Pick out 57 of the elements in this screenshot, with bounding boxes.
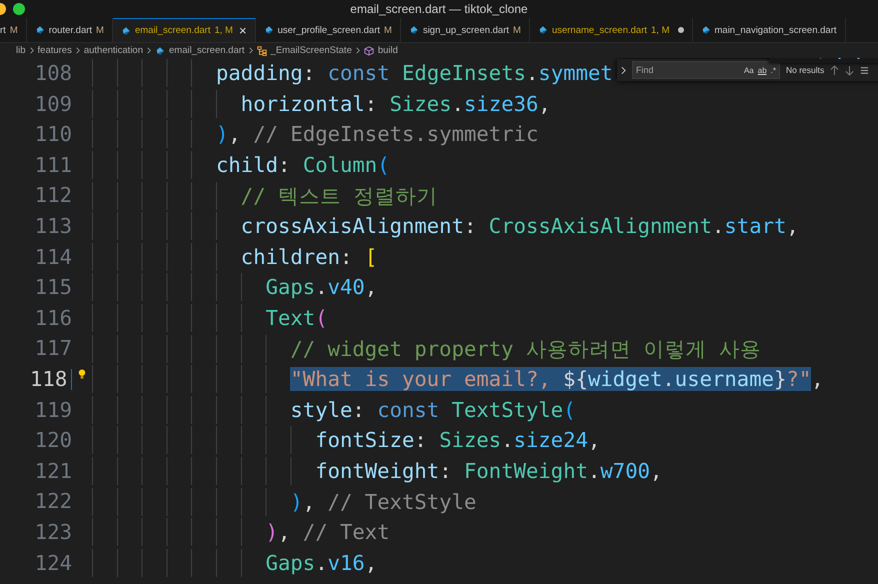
- line-number: 115: [34, 277, 72, 298]
- editor-tab[interactable]: username_screen.dart 1, M: [530, 18, 692, 42]
- close-icon[interactable]: ×: [238, 24, 247, 37]
- line-number: 117: [34, 338, 72, 359]
- line-number: 113: [34, 216, 72, 237]
- chevron-right-icon: [76, 47, 80, 54]
- line-number: 118: [0, 368, 72, 390]
- class-icon: [256, 46, 267, 56]
- line-number: 119: [34, 400, 72, 420]
- dart-file-icon: [120, 26, 131, 36]
- find-option-toggle[interactable]: .*: [770, 66, 776, 74]
- breadcrumb-item[interactable]: authentication: [84, 45, 144, 56]
- breadcrumb-item[interactable]: features: [38, 45, 72, 56]
- find-result-count: No results: [786, 65, 824, 75]
- line-number: 121: [34, 460, 72, 482]
- find-option-toggle[interactable]: ab: [758, 66, 767, 74]
- arrow-up-icon[interactable]: [830, 64, 840, 76]
- breadcrumb-item[interactable]: build: [378, 45, 398, 56]
- chevron-right-icon: [248, 47, 253, 54]
- chevron-right-icon: [147, 47, 152, 54]
- find-input[interactable]: Find Aa ab .*: [632, 61, 780, 79]
- zoom-button[interactable]: [13, 3, 25, 15]
- chevron-right-icon: [30, 47, 34, 54]
- line-number: 110: [34, 124, 72, 145]
- editor-tab[interactable]: rt M: [0, 18, 27, 42]
- dart-file-icon: [34, 25, 45, 35]
- dart-file-icon: [155, 46, 166, 56]
- lightbulb-icon[interactable]: [78, 368, 86, 380]
- line-number: 108: [34, 63, 72, 84]
- line-number: 122: [34, 491, 72, 512]
- chevron-right-icon[interactable]: [621, 66, 626, 74]
- editor-tab[interactable]: user_profile_screen.dart M: [256, 18, 401, 42]
- dart-file-icon: [538, 25, 548, 35]
- window-title: email_screen.dart — tiktok_clone: [350, 2, 528, 16]
- line-number: 114: [34, 246, 72, 268]
- cube-icon: [364, 46, 374, 56]
- editor-tab[interactable]: main_navigation_screen.dart: [692, 18, 846, 42]
- arrow-down-icon[interactable]: [845, 64, 854, 76]
- breadcrumb-item[interactable]: lib: [16, 45, 26, 56]
- line-number: 123: [34, 522, 72, 542]
- line-number: 111: [34, 154, 72, 176]
- dart-file-icon: [264, 25, 274, 35]
- line-number: 124: [34, 552, 72, 574]
- dart-file-icon: [700, 25, 710, 35]
- menu-icon[interactable]: [860, 64, 870, 76]
- find-option-toggle[interactable]: Aa: [744, 66, 754, 74]
- chevron-right-icon: [356, 47, 360, 54]
- dart-file-icon: [408, 25, 419, 35]
- breadcrumb-item[interactable]: _EmailScreenState: [270, 45, 352, 56]
- line-number: 116: [34, 308, 72, 328]
- line-number: 120: [34, 430, 72, 451]
- line-number: 112: [34, 185, 72, 206]
- editor-tab[interactable]: email_screen.dart 1, M ×: [112, 18, 256, 42]
- editor-tab[interactable]: sign_up_screen.dart M: [400, 18, 530, 42]
- line-number: 109: [34, 94, 72, 114]
- unsaved-dot-icon: [678, 27, 684, 33]
- breadcrumb-item[interactable]: email_screen.dart: [169, 45, 245, 56]
